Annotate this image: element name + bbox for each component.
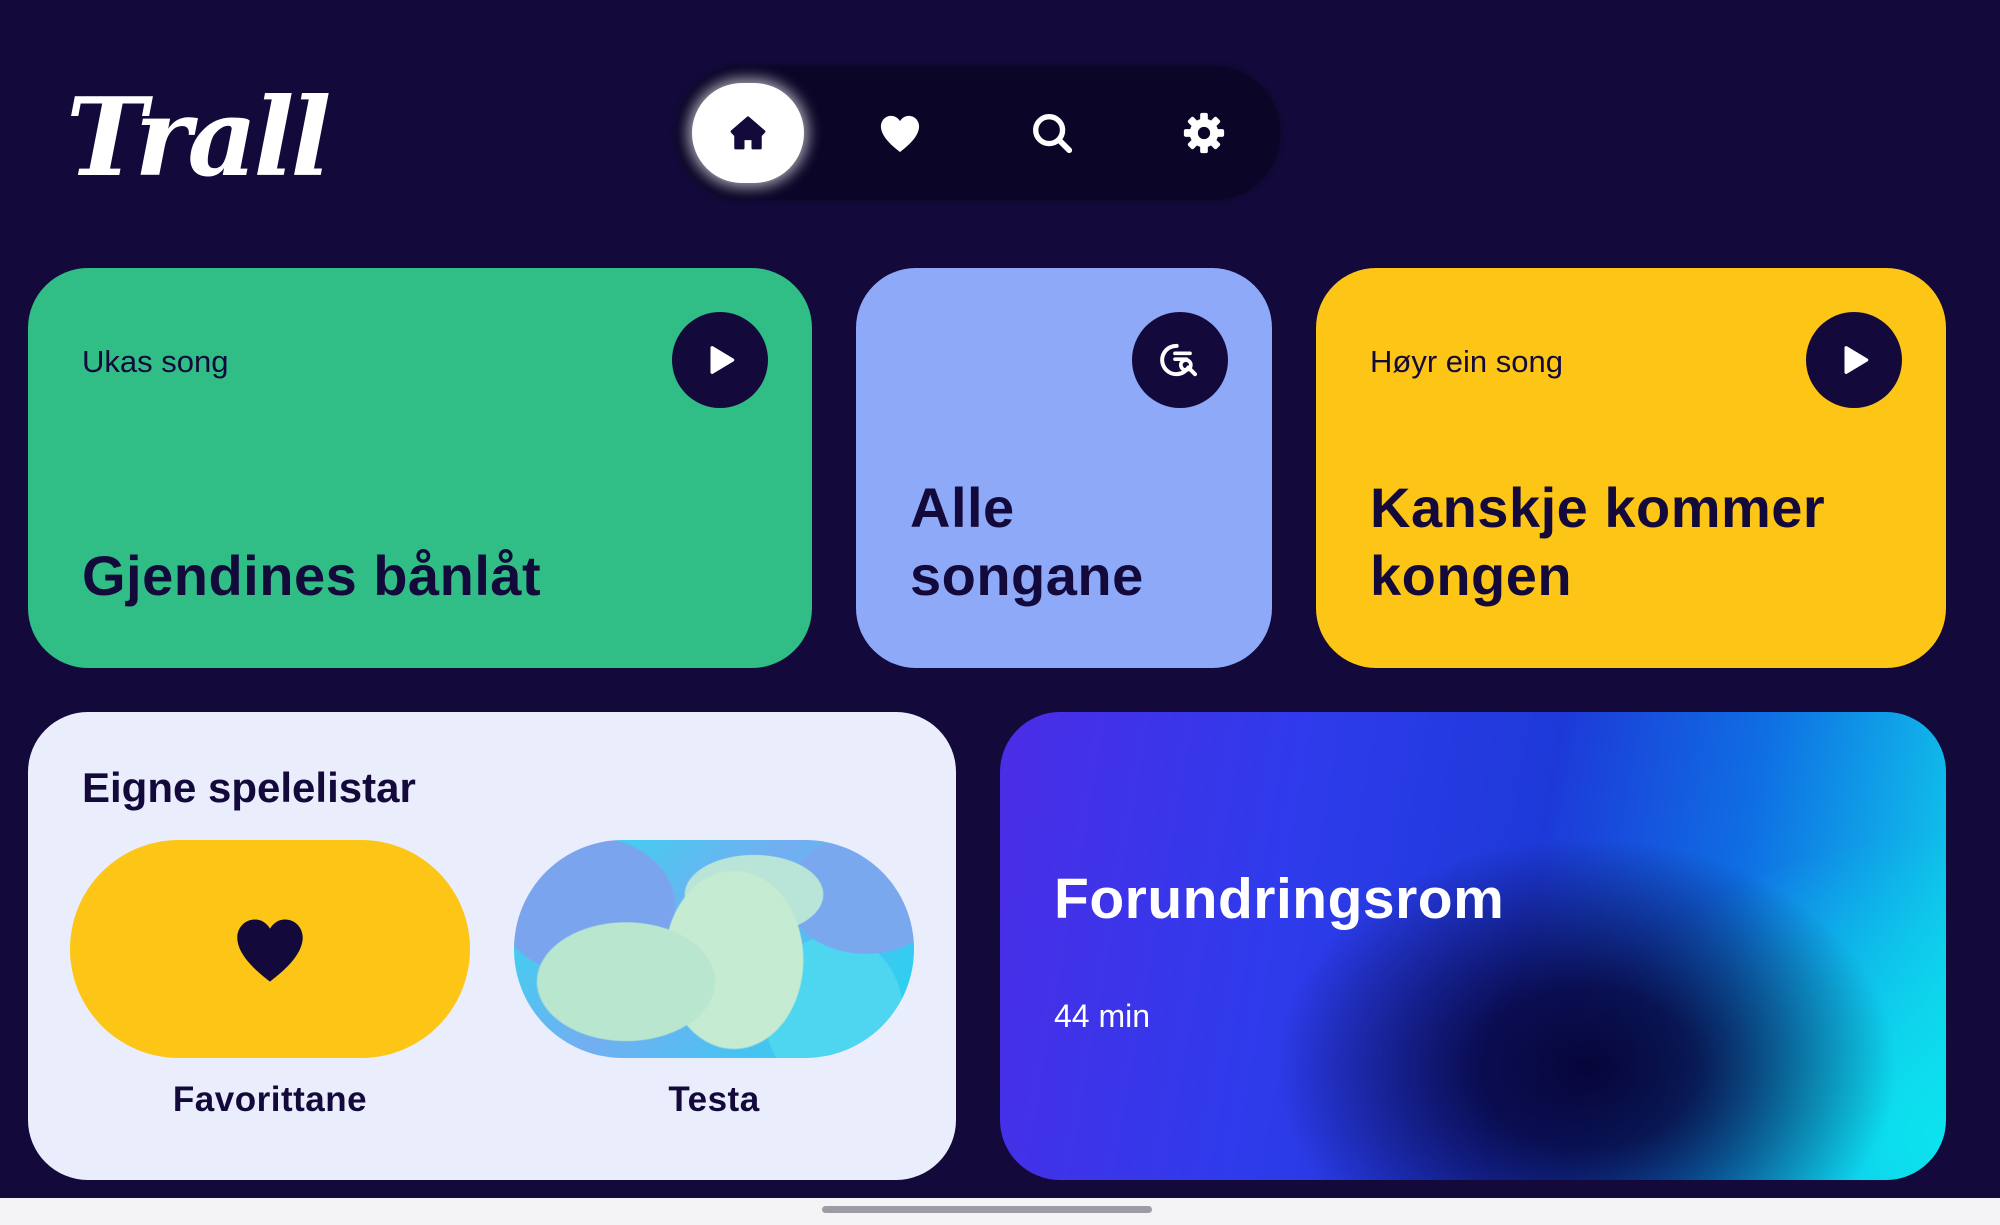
weekly-song-card[interactable]: Ukas song Gjendines bånlåt (28, 268, 812, 668)
all-songs-title-line2: songane (910, 544, 1144, 607)
all-songs-title-line1: Alle (910, 476, 1015, 539)
nav-search-button[interactable] (996, 83, 1108, 183)
playlists-title: Eigne spelelistar (82, 764, 416, 811)
system-navigation-bar (0, 1198, 2000, 1225)
listen-song-title-line1: Kanskje kommer (1370, 476, 1826, 539)
play-icon (1844, 346, 1869, 374)
search-icon (1033, 114, 1073, 154)
all-songs-card[interactable]: Alle songane (856, 268, 1272, 668)
playlist-testa-cover[interactable] (514, 840, 914, 1058)
listen-song-title-line2: kongen (1370, 544, 1573, 607)
playlist-favorites[interactable]: Favorittane (70, 840, 470, 1120)
all-songs-title: Alle songane (910, 474, 1144, 610)
heart-icon (880, 115, 920, 153)
all-songs-browse-button[interactable] (1132, 312, 1228, 408)
playlist-favorites-cover[interactable] (70, 840, 470, 1058)
gear-icon (1183, 112, 1225, 154)
play-icon (710, 346, 735, 374)
playlist-favorites-label: Favorittane (172, 1080, 368, 1119)
list-search-icon (1160, 343, 1197, 377)
listen-song-card[interactable]: Høyr ein song Kanskje kommer kongen (1316, 268, 1946, 668)
listen-song-eyebrow: Høyr ein song (1370, 344, 1563, 379)
listen-song-title: Kanskje kommer kongen (1370, 474, 1825, 610)
featured-title: Forundringsrom (1054, 867, 1505, 931)
listen-song-play-button[interactable] (1806, 312, 1902, 408)
heart-icon (237, 919, 303, 982)
nav-home-button[interactable] (692, 83, 804, 183)
playlist-testa[interactable]: Testa (514, 840, 914, 1120)
home-icon (730, 116, 766, 150)
weekly-song-play-button[interactable] (672, 312, 768, 408)
playlist-testa-label: Testa (668, 1080, 760, 1119)
featured-duration: 44 min (1054, 998, 1151, 1034)
weekly-song-title: Gjendines bånlåt (82, 544, 542, 607)
home-indicator[interactable] (822, 1206, 1152, 1213)
app-logo: Trall (66, 75, 331, 201)
featured-playlist-card[interactable]: Forundringsrom 44 min (1000, 712, 1946, 1180)
nav-favorites-button[interactable] (844, 83, 956, 183)
top-navigation (676, 66, 1280, 200)
weekly-song-eyebrow: Ukas song (82, 344, 229, 379)
nav-settings-button[interactable] (1148, 83, 1260, 183)
playlists-card: Eigne spelelistar Favorittane Testa (28, 712, 956, 1180)
